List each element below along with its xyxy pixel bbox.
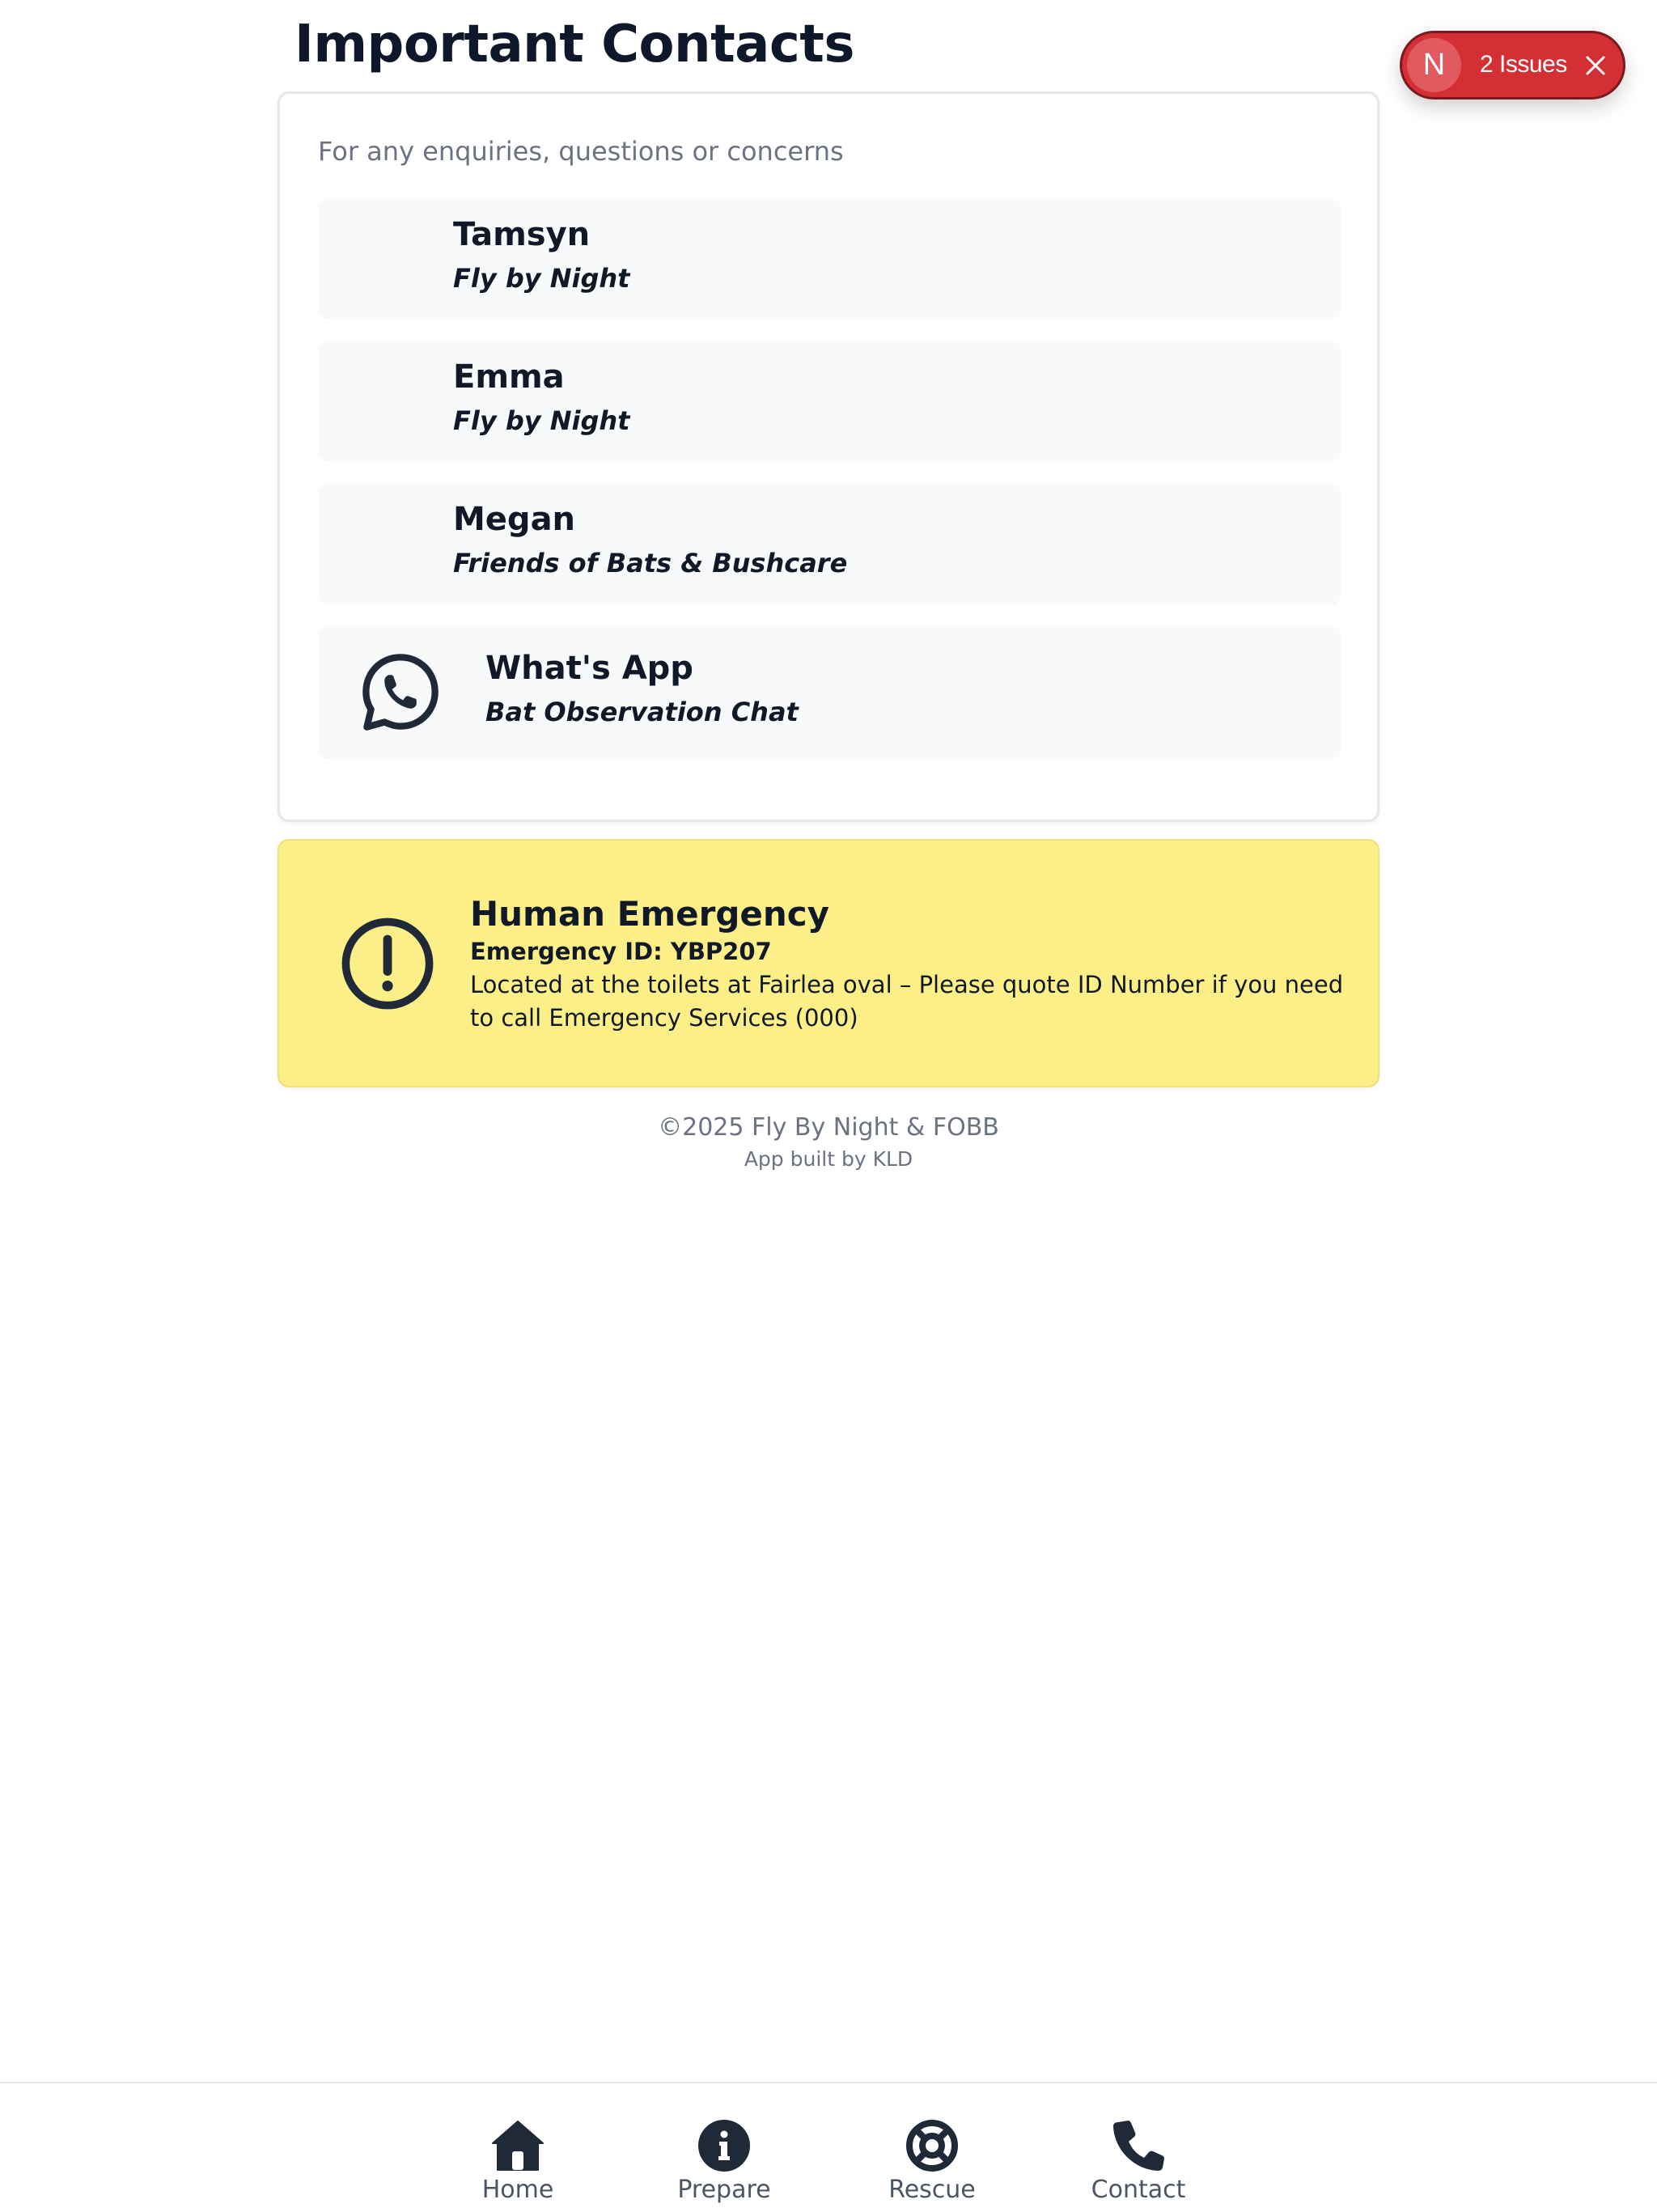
- whatsapp-icon: [362, 654, 439, 731]
- info-icon: [698, 2120, 750, 2172]
- home-icon: [492, 2121, 544, 2171]
- contact-organisation: Fly by Night: [453, 405, 630, 436]
- emergency-title: Human Emergency: [470, 894, 830, 934]
- contact-item-megan[interactable]: Megan Friends of Bats & Bushcare: [318, 483, 1341, 605]
- contacts-intro: For any enquiries, questions or concerns: [318, 136, 844, 167]
- emergency-description: Located at the toilets at Fairlea oval –…: [470, 971, 1344, 1032]
- issues-badge[interactable]: N 2 Issues: [1400, 31, 1625, 100]
- contact-organisation: Fly by Night: [453, 263, 630, 294]
- nav-item-contact[interactable]: Contact: [1066, 2083, 1211, 2212]
- contact-name: Tamsyn: [453, 216, 591, 253]
- contact-name: Megan: [453, 501, 576, 538]
- nav-label: Home: [481, 2176, 554, 2204]
- close-icon[interactable]: [1582, 52, 1609, 79]
- nav-item-rescue[interactable]: Rescue: [859, 2083, 1005, 2212]
- nav-label: Rescue: [888, 2176, 976, 2204]
- footer-copyright: ©2025 Fly By Night & FOBB: [658, 1113, 999, 1142]
- lifebuoy-icon: [906, 2120, 958, 2172]
- footer-credit: App built by KLD: [744, 1147, 913, 1171]
- nav-item-home[interactable]: Home: [445, 2083, 591, 2212]
- contact-item-emma[interactable]: Emma Fly by Night: [318, 341, 1341, 462]
- alert-circle-icon: [341, 917, 434, 1010]
- nav-item-prepare[interactable]: Prepare: [651, 2083, 797, 2212]
- issues-avatar: N: [1407, 38, 1461, 92]
- page-title: Important Contacts: [295, 15, 854, 74]
- issues-label: 2 Issues: [1480, 51, 1567, 78]
- contact-item-whatsapp[interactable]: What's App Bat Observation Chat: [318, 625, 1341, 760]
- contact-organisation: Friends of Bats & Bushcare: [453, 548, 848, 578]
- nav-label: Contact: [1091, 2176, 1186, 2204]
- contacts-card: For any enquiries, questions or concerns…: [278, 91, 1379, 822]
- bottom-nav: Home Prepare Rescue Contact: [0, 2082, 1657, 2212]
- contact-item-tamsyn[interactable]: Tamsyn Fly by Night: [318, 198, 1341, 320]
- contact-organisation: Bat Observation Chat: [485, 697, 799, 727]
- contact-name: What's App: [485, 650, 693, 687]
- emergency-id: Emergency ID: YBP207: [470, 938, 772, 965]
- nav-label: Prepare: [677, 2176, 771, 2204]
- phone-icon: [1113, 2121, 1164, 2171]
- emergency-card: Human Emergency Emergency ID: YBP207 Loc…: [278, 839, 1379, 1087]
- contact-name: Emma: [453, 358, 565, 396]
